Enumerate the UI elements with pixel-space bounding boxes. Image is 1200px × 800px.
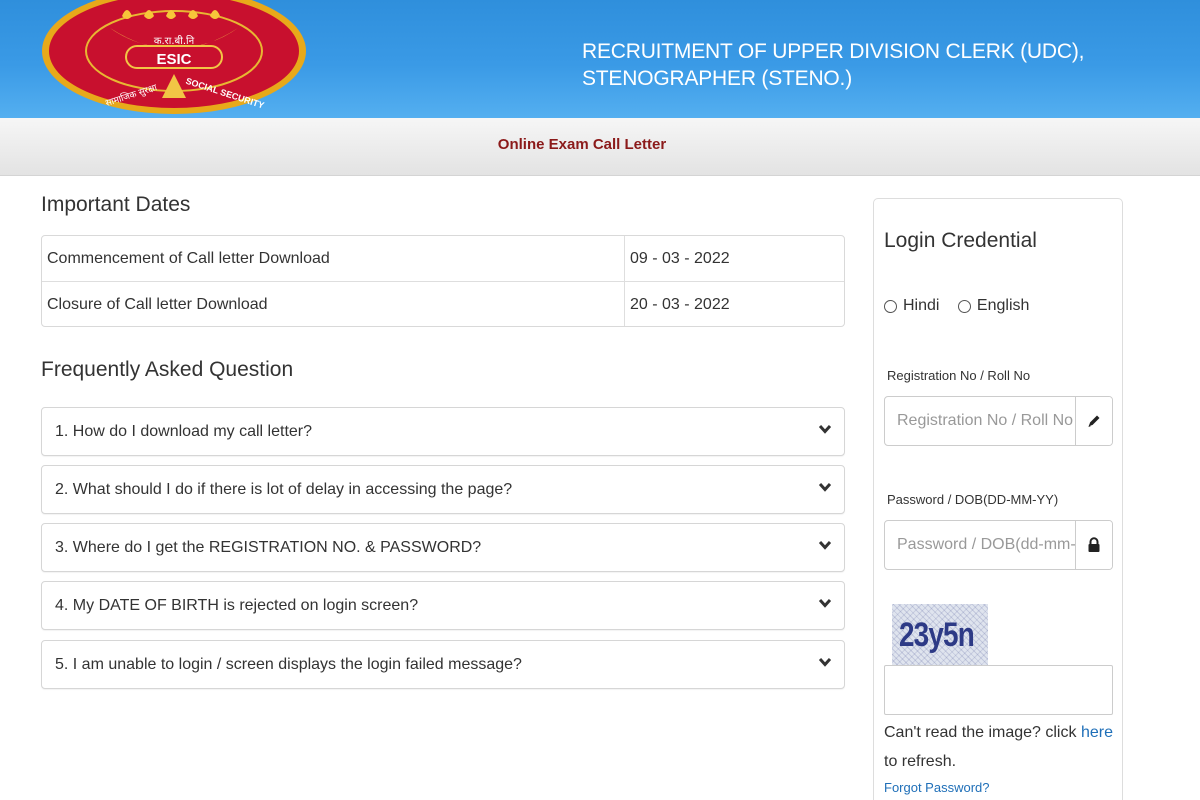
sub-header-title: Online Exam Call Letter xyxy=(497,136,667,153)
chevron-down-icon[interactable] xyxy=(819,657,831,667)
language-label: English xyxy=(976,297,1030,314)
page-title-line-1: RECRUITMENT OF UPPER DIVISION CLERK (UDC… xyxy=(582,40,1085,63)
site-header: ESIC क.रा.बी.नि सामाजिक सुरक्षा SOCIAL S… xyxy=(0,0,1200,118)
captcha-input[interactable] xyxy=(884,665,1113,715)
faq-item-3[interactable]: 3. Where do I get the REGISTRATION NO. &… xyxy=(41,523,845,572)
language-label: Hindi xyxy=(903,297,940,314)
lock-icon xyxy=(1088,537,1100,552)
faq-question: 3. Where do I get the REGISTRATION NO. &… xyxy=(55,539,482,556)
registration-addon xyxy=(1075,397,1112,445)
esic-logo: ESIC क.रा.बी.नि सामाजिक सुरक्षा SOCIAL S… xyxy=(42,0,306,114)
registration-label: Registration No / Roll No xyxy=(887,368,1031,383)
date-value: 09 - 03 - 2022 xyxy=(624,236,844,282)
login-panel: Login Credential Hindi English Registrat… xyxy=(873,198,1123,800)
chevron-down-icon[interactable] xyxy=(819,482,831,492)
date-label: Commencement of Call letter Download xyxy=(47,250,330,267)
page-title: RECRUITMENT OF UPPER DIVISION CLERK (UDC… xyxy=(582,38,1142,92)
chevron-down-icon[interactable] xyxy=(819,424,831,434)
password-input[interactable] xyxy=(885,521,1075,569)
date-label: Closure of Call letter Download xyxy=(47,296,268,313)
faq-item-2[interactable]: 2. What should I do if there is lot of d… xyxy=(41,465,845,514)
language-radio-hindi[interactable]: Hindi xyxy=(884,297,939,315)
refresh-suffix: to refresh. xyxy=(884,753,957,770)
logo-devanagari: क.रा.बी.नि xyxy=(154,35,195,47)
captcha-image: 23y5n xyxy=(892,604,988,666)
faq-question: 2. What should I do if there is lot of d… xyxy=(55,481,513,498)
refresh-prefix: Can't read the image? click xyxy=(884,724,1081,741)
captcha-refresh-link[interactable]: here xyxy=(1081,724,1113,741)
table-row: Closure of Call letter Download 20 - 03 … xyxy=(42,282,844,326)
important-dates-heading: Important Dates xyxy=(41,193,191,216)
faq-item-1[interactable]: 1. How do I download my call letter? xyxy=(41,407,845,456)
logo-text: ESIC xyxy=(156,51,191,68)
language-radio-english[interactable]: English xyxy=(957,297,1030,315)
captcha-text: 23y5n xyxy=(899,616,975,654)
forgot-password-link[interactable]: Forgot Password? xyxy=(884,780,990,795)
important-dates-table: Commencement of Call letter Download 09 … xyxy=(41,235,845,327)
radio-button[interactable] xyxy=(957,299,971,313)
faq-item-4[interactable]: 4. My DATE OF BIRTH is rejected on login… xyxy=(41,581,845,630)
chevron-down-icon[interactable] xyxy=(819,598,831,608)
sub-header-bar: Online Exam Call Letter xyxy=(0,118,1200,176)
faq-heading: Frequently Asked Question xyxy=(41,358,294,381)
registration-input-group xyxy=(884,396,1113,446)
login-title: Login Credential xyxy=(884,229,1037,252)
language-selector: Hindi English xyxy=(884,297,1043,319)
faq-question: 5. I am unable to login / screen display… xyxy=(55,656,522,673)
password-addon xyxy=(1075,521,1112,569)
password-label: Password / DOB(DD-MM-YY) xyxy=(887,492,1059,507)
page-title-line-2: STENOGRAPHER (STENO.) xyxy=(582,67,852,90)
faq-item-5[interactable]: 5. I am unable to login / screen display… xyxy=(41,640,845,689)
date-value: 20 - 03 - 2022 xyxy=(624,282,844,326)
password-input-group xyxy=(884,520,1113,570)
pencil-icon xyxy=(1088,415,1100,427)
captcha-refresh-text: Can't read the image? click here to refr… xyxy=(884,718,1114,776)
registration-input[interactable] xyxy=(885,397,1075,445)
chevron-down-icon[interactable] xyxy=(819,540,831,550)
table-row: Commencement of Call letter Download 09 … xyxy=(42,236,844,282)
faq-question: 1. How do I download my call letter? xyxy=(55,423,313,440)
radio-button[interactable] xyxy=(884,299,897,313)
faq-question: 4. My DATE OF BIRTH is rejected on login… xyxy=(55,597,419,614)
